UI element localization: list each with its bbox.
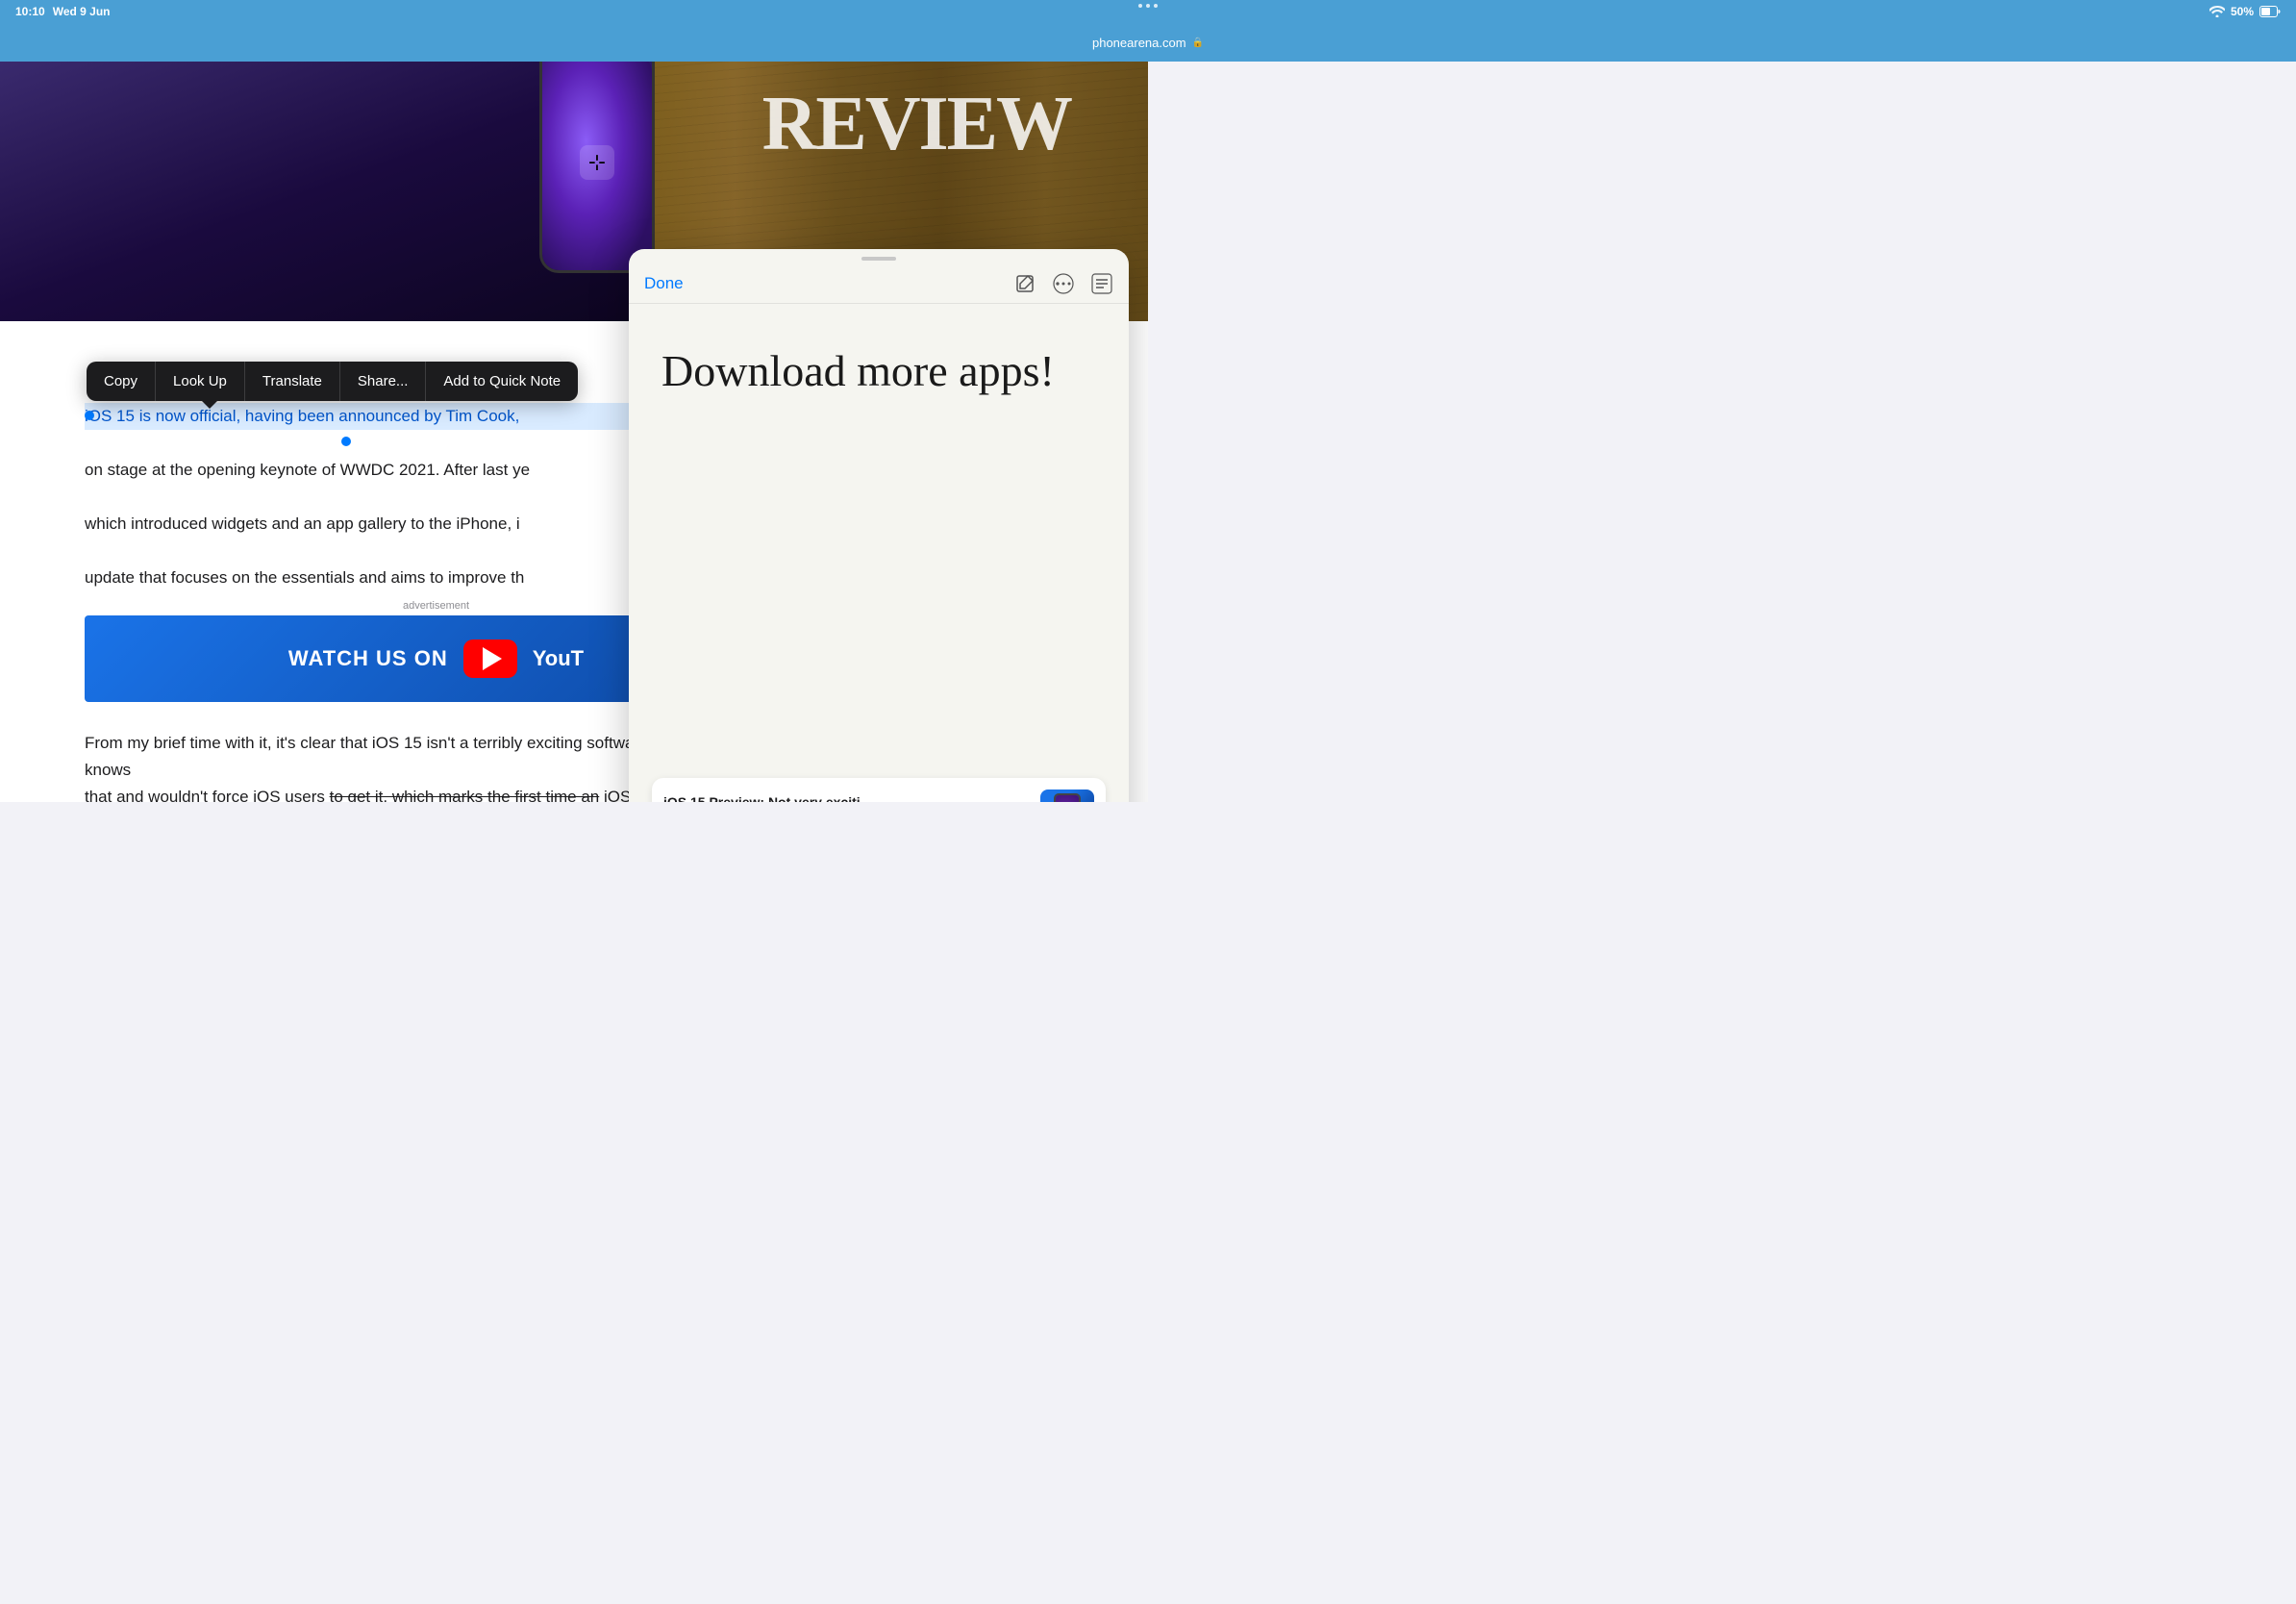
note-new-icon[interactable] [1013, 272, 1036, 295]
youtube-play-button[interactable] [463, 639, 517, 678]
review-label: REVIEW [762, 82, 1071, 166]
context-menu-translate[interactable]: Translate [245, 362, 340, 401]
bottom-line2-text: that and wouldn't force iOS users [85, 788, 325, 802]
link-card-thumbnail [1040, 789, 1094, 802]
phone-wallpaper: ⊹ [542, 62, 652, 270]
strikethrough-text: to get it, which marks the first time an [330, 788, 600, 802]
thumbnail-content [1040, 789, 1094, 802]
date-display: Wed 9 Jun [53, 5, 111, 18]
note-toolbar-icons [1013, 272, 1113, 295]
status-bar-left: 10:10 Wed 9 Jun [15, 5, 111, 18]
dot3 [1154, 4, 1158, 8]
youtube-label: YouT [533, 646, 584, 671]
note-list-icon[interactable] [1090, 272, 1113, 295]
selection-handle-left[interactable] [85, 411, 94, 420]
link-card-title: iOS 15 Preview: Not very exciti... [663, 794, 1029, 803]
context-menu-copy[interactable]: Copy [87, 362, 156, 401]
note-done-button[interactable]: Done [644, 274, 684, 293]
note-handle [861, 257, 896, 261]
url-bar[interactable]: phonearena.com 🔒 [1092, 36, 1204, 50]
yt-play-icon [483, 647, 502, 670]
time-display: 10:10 [15, 5, 45, 18]
ios-logo-text: ⊹ [588, 150, 606, 175]
phone-screen: ⊹ [542, 62, 652, 270]
context-menu-lookup[interactable]: Look Up [156, 362, 245, 401]
ios-icon: ⊹ [580, 145, 614, 180]
dot2 [1146, 4, 1150, 8]
tab-dots [1138, 4, 1158, 8]
handwriting-svg: Download more apps! [652, 323, 1094, 410]
dot1 [1138, 4, 1142, 8]
selection-handle-right[interactable] [341, 437, 351, 446]
phone-mockup: ⊹ [539, 62, 655, 273]
status-bar-right: 50% [2209, 5, 2281, 18]
battery-percentage: 50% [2231, 5, 2254, 18]
context-menu-share[interactable]: Share... [340, 362, 427, 401]
context-menu-quicknote[interactable]: Add to Quick Note [426, 362, 578, 401]
hero-bg-dark [0, 62, 632, 321]
quick-note-panel: Done [629, 249, 1129, 802]
wifi-icon [2209, 6, 2225, 17]
main-content: ⊹ REVIEW Copy Look Up Translate Share...… [0, 62, 1148, 802]
link-card-text: iOS 15 Preview: Not very exciti... iOS 1… [663, 794, 1029, 803]
watch-us-text: WATCH US ON [288, 646, 448, 671]
lock-icon: 🔒 [1192, 38, 1204, 48]
note-toolbar: Done [629, 264, 1129, 304]
review-text-overlay: REVIEW [762, 81, 1071, 168]
thumbnail-phone-screen [1056, 795, 1079, 802]
note-link-card[interactable]: iOS 15 Preview: Not very exciti... iOS 1… [652, 778, 1106, 802]
note-body: Download more apps! iOS 15 Preview: Not … [629, 304, 1129, 802]
browser-chrome: phonearena.com 🔒 [0, 23, 2296, 62]
svg-text:Download more apps!: Download more apps! [661, 346, 1055, 395]
battery-icon [2259, 6, 2281, 17]
handwriting-area: Download more apps! [652, 323, 1106, 414]
context-menu: Copy Look Up Translate Share... Add to Q… [87, 362, 578, 401]
url-text: phonearena.com [1092, 36, 1186, 50]
note-more-icon[interactable] [1052, 272, 1075, 295]
thumbnail-phone-shape [1054, 793, 1081, 802]
status-bar: 10:10 Wed 9 Jun 50% [0, 0, 2296, 23]
